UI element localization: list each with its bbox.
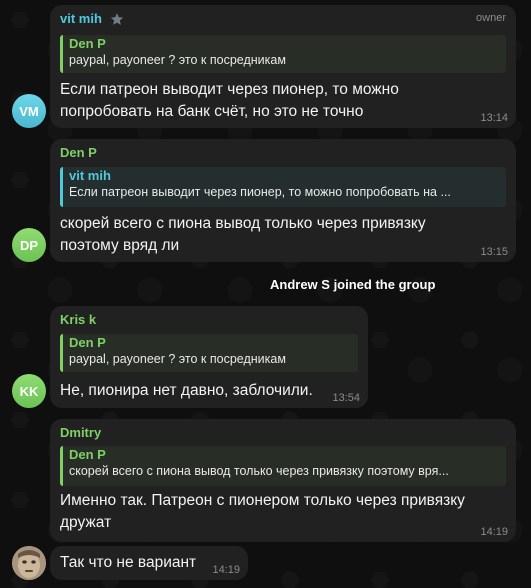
sender-name[interactable]: Kris k (60, 312, 96, 327)
message-time: 14:19 (480, 526, 508, 538)
reply-quote[interactable]: Den P paypal, payoneer ? это к посредник… (60, 35, 506, 73)
reply-text: paypal, payoneer ? это к посредникам (69, 352, 286, 366)
message-time: 13:14 (480, 112, 508, 124)
reply-sender: Den P (69, 335, 106, 350)
service-message: Andrew S joined the group (270, 277, 436, 292)
message-bubble-dmitry[interactable]: Dmitry Den P скорей всего с пиона вывод … (50, 419, 516, 542)
avatar[interactable]: DP (12, 228, 46, 262)
message-bubble-vit-mih[interactable]: vit mih owner Den P paypal, payoneer ? э… (50, 5, 516, 128)
reply-quote[interactable]: Den P paypal, payoneer ? это к посредник… (60, 334, 358, 372)
avatar-photo[interactable] (12, 546, 46, 580)
message-time: 13:54 (332, 392, 360, 404)
message-text: Так что не вариант (60, 554, 197, 571)
message-bubble-kris-k[interactable]: Kris k Den P paypal, payoneer ? это к по… (50, 306, 368, 408)
sender-name[interactable]: Den P (60, 145, 97, 160)
message-bubble-den-p[interactable]: Den P vit mih Если патреон выводит через… (50, 139, 516, 262)
message-text: Не, пионира нет давно, заблочили. (60, 382, 313, 399)
message-text: скорей всего с пиона вывод только через … (60, 215, 426, 254)
reply-sender: Den P (69, 447, 106, 462)
reply-text: Если патреон выводит через пионер, то мо… (69, 185, 451, 199)
reply-sender: vit mih (69, 168, 111, 183)
reply-quote[interactable]: Den P скорей всего с пиона вывод только … (60, 446, 506, 486)
message-bubble-dmitry-followup[interactable]: Так что не вариант 14:19 (50, 546, 248, 580)
admin-badge: owner (476, 12, 506, 24)
reply-text: скорей всего с пиона вывод только через … (69, 464, 449, 478)
sender-name[interactable]: vit mih (60, 11, 102, 26)
reply-sender: Den P (69, 36, 106, 51)
reply-quote[interactable]: vit mih Если патреон выводит через пионе… (60, 167, 506, 207)
sender-name[interactable]: Dmitry (60, 425, 101, 440)
reply-text: paypal, payoneer ? это к посредникам (69, 53, 286, 67)
message-time: 13:15 (480, 246, 508, 258)
photo-avatar-icon (12, 546, 46, 580)
message-text: Если патреон выводит через пионер, то мо… (60, 81, 399, 120)
message-text: Именно так. Патреон с пионером только че… (60, 492, 465, 531)
admin-star-icon (110, 12, 124, 31)
avatar[interactable]: KK (12, 374, 46, 408)
message-time: 14:19 (212, 564, 240, 576)
avatar[interactable]: VM (12, 94, 46, 128)
